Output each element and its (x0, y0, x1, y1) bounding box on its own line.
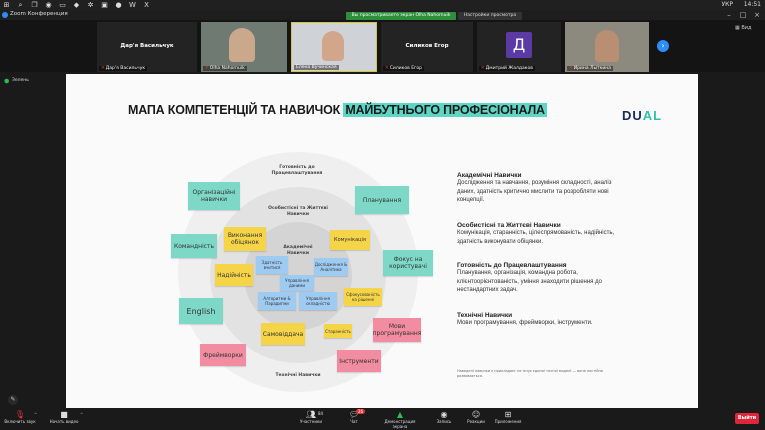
view-options-button[interactable]: Настройки просмотра (458, 12, 522, 20)
sticky-note: Здатність вчитися (256, 256, 288, 274)
mic-muted-icon: 🎙︎ (14, 410, 26, 419)
mic-muted-icon: ✕ (385, 66, 389, 71)
legend-academic: Академічні Навички Дослідження та навчан… (457, 172, 612, 203)
language-indicator[interactable]: УКР (721, 1, 733, 8)
slide-footnote: Наведені навички є прикладом: не існує є… (457, 369, 603, 378)
participant-video (229, 28, 255, 62)
task-view-icon[interactable]: ❐ (30, 1, 39, 9)
window-title: Zoom Конференция (10, 11, 68, 17)
sticky-note: Сфокусованість на рішенні (344, 288, 382, 306)
legend-technical: Технічні Навички Мови програмування, фре… (457, 312, 593, 326)
ring-label-middle: Особистісні та Життєві Навички (268, 206, 328, 217)
reactions-button[interactable]: ☺ Реакции (458, 410, 494, 424)
sticky-note: Управління складністю (299, 292, 337, 310)
minimize-icon[interactable]: – (722, 10, 736, 20)
slide-title: МАПА КОМПЕТЕНЦІЙ ТА НАВИЧОК МАЙБУТНЬОГО … (128, 103, 547, 117)
participant-avatar: Д (506, 32, 532, 58)
excel-icon[interactable]: X (142, 1, 151, 9)
chat-button[interactable]: 💬︎ Чат (336, 410, 372, 424)
participant-label: ✕Ирина Лыткина (567, 66, 613, 71)
legend-personal: Особистісні та Життєві Навички Комунікац… (457, 222, 615, 245)
sticky-note: Старанність (324, 324, 352, 338)
chevron-up-icon[interactable]: ^ (80, 412, 83, 417)
participants-count: 84 (318, 411, 324, 416)
sticky-note: Надійність (215, 264, 253, 286)
record-button[interactable]: ◉ Запись (426, 410, 462, 424)
participant-name: Силиков Егор (405, 43, 449, 49)
video-off-icon: ■ (60, 410, 68, 419)
participant-label: ✕Olha Nahornuik (203, 66, 247, 71)
settings-icon[interactable]: ✲ (86, 1, 95, 9)
leave-meeting-button[interactable]: Выйти (735, 413, 759, 424)
unmute-button[interactable]: 🎙︎ Включить звук (2, 410, 38, 424)
chrome-icon[interactable]: ◉ (44, 1, 53, 9)
apps-button[interactable]: ⊞ Приложения (490, 410, 526, 424)
participants-button[interactable]: 👥︎ Участники (293, 410, 329, 424)
participant-name: Дар'я Васильчук (120, 43, 174, 49)
start-video-button[interactable]: ■ Начать видео (46, 410, 82, 424)
sticky-note: Організаційні навички (188, 182, 240, 210)
chevron-up-icon[interactable]: ^ (34, 412, 37, 417)
word-icon[interactable]: W (128, 1, 137, 9)
participant-label: Елена Вучинская (294, 65, 339, 70)
sticky-note: Комунікація (330, 230, 370, 250)
apps-icon: ⊞ (504, 410, 512, 419)
clock[interactable]: 14:51 (744, 1, 761, 8)
chat-icon: 💬︎ (348, 410, 360, 419)
chat-badge: 26 (356, 409, 366, 414)
share-screen-button[interactable]: ▲ Демонстрация экрана (380, 410, 420, 429)
legend-employability: Готовність до Працевлаштування Плануванн… (457, 262, 602, 293)
share-screen-icon: ▲ (396, 410, 404, 419)
participant-tile-active-speaker[interactable]: Елена Вучинская (291, 22, 377, 72)
sticky-note: Управління даними (280, 275, 314, 291)
sticky-note: Виконання обіцянок (224, 227, 266, 251)
folder-icon[interactable]: ▭ (58, 1, 67, 9)
zoom-taskbar-icon[interactable]: ● (114, 1, 123, 9)
sticky-note: Фокус на користувачі (383, 250, 433, 276)
search-icon[interactable]: ⌕ (16, 1, 25, 9)
screen-share-banner: Вы просматриваете экран Olha Nahornuik (346, 12, 456, 20)
shield-icon[interactable]: ⬢ (4, 78, 9, 85)
app-icon[interactable]: ◆ (72, 1, 81, 9)
mic-muted-icon: ✕ (481, 66, 485, 71)
sticky-note: Самовіддача (261, 323, 305, 345)
participant-video (322, 31, 344, 61)
dual-logo: DUAL (622, 108, 663, 123)
participant-label: ✕Дар'я Васильчук (99, 66, 148, 71)
sticky-note: Фреймворки (200, 344, 246, 366)
participant-tile[interactable]: Силиков Егор ✕Силиков Егор (381, 22, 473, 72)
sticky-note: Дослідження & Аналітика (314, 258, 348, 276)
annotate-pen-icon[interactable]: ✎ (8, 395, 18, 405)
next-page-button[interactable]: › (657, 40, 669, 52)
participant-tile[interactable]: Д ✕Дмитрий Жалдаков (477, 22, 561, 72)
sticky-note: Мови програмування (373, 318, 421, 342)
camera-icon[interactable]: ▣ (100, 1, 109, 9)
ring-label-outer: Готовність до Працевлаштування (271, 165, 323, 176)
participant-tile[interactable]: ✕Ирина Лыткина (565, 22, 649, 72)
participant-tile[interactable]: ✕Olha Nahornuik (201, 22, 287, 72)
view-button[interactable]: ▦ Вид (735, 25, 751, 31)
maximize-icon[interactable]: □ (736, 10, 750, 20)
sticky-note: Алгоритми & Парадигми (258, 292, 296, 310)
mic-muted-icon: ✕ (101, 66, 105, 71)
reactions-icon: ☺ (471, 410, 481, 419)
sticky-note: Командність (171, 234, 217, 258)
participant-label: ✕Силиков Егор (383, 66, 425, 71)
mic-muted-icon: ✕ (205, 66, 209, 71)
participants-icon: 👥︎ (305, 410, 317, 419)
close-icon[interactable]: × (750, 10, 764, 20)
ring-label-bottom: Технічні Навички (275, 373, 321, 378)
zoom-logo-icon (2, 12, 8, 18)
windows-start-icon[interactable]: ⊞ (2, 1, 11, 9)
sticky-note: Планування (355, 186, 409, 214)
mic-muted-icon: ✕ (569, 66, 573, 71)
sticky-note: Інструменти (337, 350, 381, 372)
security-label: Зелень (12, 78, 29, 83)
participant-video (595, 30, 619, 62)
participant-label: ✕Дмитрий Жалдаков (479, 66, 535, 71)
record-icon: ◉ (440, 410, 448, 419)
sticky-note: English (179, 298, 223, 324)
participant-tile[interactable]: Дар'я Васильчук ✕Дар'я Васильчук (97, 22, 197, 72)
